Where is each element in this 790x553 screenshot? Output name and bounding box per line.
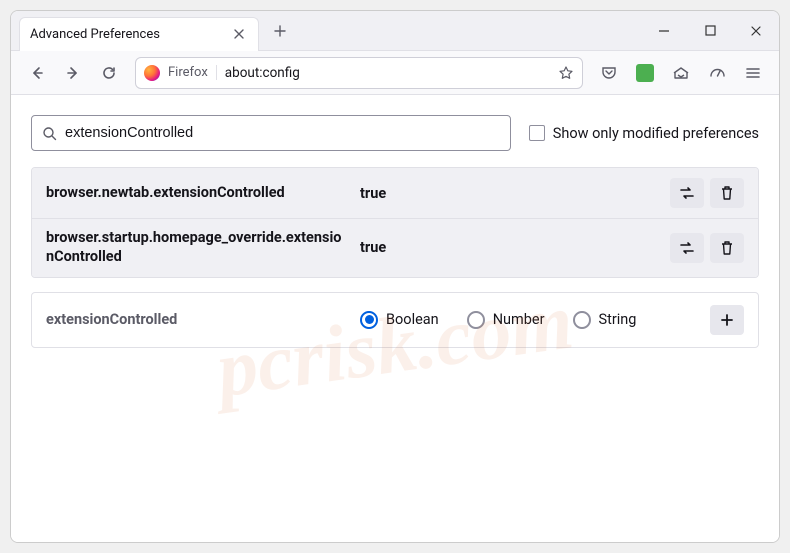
preference-list: browser.newtab.extensionControlled true …	[31, 167, 759, 278]
window-controls	[641, 11, 779, 50]
checkbox-icon	[529, 125, 545, 141]
radio-label: Number	[493, 311, 545, 328]
preference-row: browser.newtab.extensionControlled true	[32, 168, 758, 218]
url-bar[interactable]: Firefox about:config	[135, 57, 583, 89]
reload-button[interactable]	[93, 57, 125, 89]
preference-row: browser.startup.homepage_override.extens…	[32, 218, 758, 277]
show-modified-checkbox[interactable]: Show only modified preferences	[529, 125, 759, 142]
toggle-button[interactable]	[670, 178, 704, 208]
inbox-icon[interactable]	[665, 57, 697, 89]
minimize-button[interactable]	[641, 11, 687, 50]
preference-actions	[670, 178, 744, 208]
new-preference-row: extensionControlled Boolean Number Strin…	[31, 292, 759, 348]
close-window-button[interactable]	[733, 11, 779, 50]
pocket-icon[interactable]	[593, 57, 625, 89]
search-row: Show only modified preferences	[31, 115, 759, 151]
preference-name: browser.newtab.extensionControlled	[46, 184, 346, 203]
tab-title: Advanced Preferences	[30, 27, 160, 42]
add-button[interactable]	[710, 305, 744, 335]
titlebar: Advanced Preferences	[11, 11, 779, 51]
toolbar: Firefox about:config	[11, 51, 779, 95]
radio-string[interactable]: String	[573, 311, 637, 329]
urlbar-identity-label: Firefox	[168, 65, 217, 80]
delete-button[interactable]	[710, 233, 744, 263]
back-button[interactable]	[21, 57, 53, 89]
search-box[interactable]	[31, 115, 511, 151]
preference-value: true	[360, 239, 656, 256]
preference-actions	[670, 233, 744, 263]
radio-boolean[interactable]: Boolean	[360, 311, 439, 329]
radio-icon	[360, 311, 378, 329]
search-icon	[42, 126, 57, 141]
preference-value: true	[360, 185, 656, 202]
extension-icon[interactable]	[629, 57, 661, 89]
radio-number[interactable]: Number	[467, 311, 545, 329]
dashboard-icon[interactable]	[701, 57, 733, 89]
content-area: pcrisk.com Show only modified preference…	[11, 95, 779, 542]
urlbar-text: about:config	[225, 65, 550, 81]
toggle-button[interactable]	[670, 233, 704, 263]
maximize-button[interactable]	[687, 11, 733, 50]
firefox-icon	[144, 65, 160, 81]
radio-label: String	[599, 311, 637, 328]
radio-icon	[573, 311, 591, 329]
type-radio-group: Boolean Number String	[360, 311, 696, 329]
new-preference-name: extensionControlled	[46, 311, 346, 328]
close-tab-button[interactable]	[230, 25, 248, 43]
radio-label: Boolean	[386, 311, 439, 328]
new-tab-button[interactable]	[265, 16, 295, 46]
search-input[interactable]	[65, 125, 500, 141]
delete-button[interactable]	[710, 178, 744, 208]
checkbox-label-text: Show only modified preferences	[553, 125, 759, 142]
bookmark-star-icon[interactable]	[558, 65, 574, 81]
browser-window: Advanced Preferences	[10, 10, 780, 543]
forward-button[interactable]	[57, 57, 89, 89]
browser-tab[interactable]: Advanced Preferences	[19, 17, 259, 51]
radio-icon	[467, 311, 485, 329]
preference-name: browser.startup.homepage_override.extens…	[46, 229, 346, 267]
menu-button[interactable]	[737, 57, 769, 89]
